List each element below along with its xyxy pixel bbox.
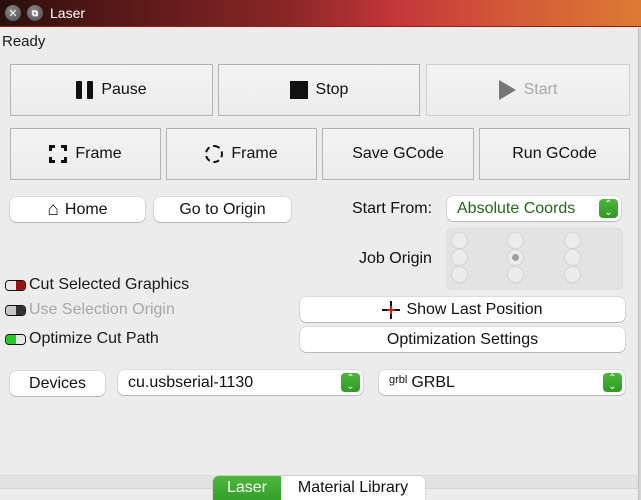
optimization-settings-button[interactable]: Optimization Settings: [300, 327, 625, 352]
cut-selected-label: Cut Selected Graphics: [29, 276, 190, 293]
save-gcode-label: Save GCode: [352, 145, 444, 162]
cut-selected-toggle[interactable]: [5, 279, 26, 291]
crosshair-icon: [382, 300, 401, 319]
run-gcode-button[interactable]: Run GCode: [479, 128, 630, 180]
save-gcode-button[interactable]: Save GCode: [322, 128, 474, 180]
start-button[interactable]: Start: [426, 64, 630, 116]
go-to-origin-label: Go to Origin: [179, 200, 266, 218]
origin-center[interactable]: [507, 249, 524, 266]
devices-button[interactable]: Devices: [10, 371, 105, 396]
origin-middle-right[interactable]: [564, 249, 581, 266]
start-from-label: Start From:: [352, 200, 433, 217]
use-selection-origin-toggle-row[interactable]: Use Selection Origin: [5, 301, 175, 319]
pause-icon: [76, 81, 94, 99]
devices-label: Devices: [29, 374, 86, 392]
origin-top-center[interactable]: [507, 232, 524, 249]
start-from-select[interactable]: Absolute Coords ⌃ ⌄: [447, 196, 621, 221]
origin-bottom-right[interactable]: [564, 266, 581, 283]
home-label: Home: [64, 200, 108, 218]
frame-rectangle-button[interactable]: Frame: [10, 128, 161, 180]
grbl-logo-icon: grbl: [389, 373, 408, 386]
frame-circle-icon: [205, 145, 224, 163]
frame-circle-label: Frame: [231, 145, 278, 162]
origin-bottom-left[interactable]: [451, 266, 468, 283]
origin-bottom-center[interactable]: [507, 266, 524, 283]
pause-button[interactable]: Pause: [10, 64, 213, 116]
stop-button[interactable]: Stop: [218, 64, 420, 116]
port-select[interactable]: cu.usbserial-1130 ⌃ ⌄: [118, 370, 363, 395]
frame-rectangle-icon: [49, 145, 68, 163]
close-icon[interactable]: ✕: [5, 5, 21, 21]
frame-circle-button[interactable]: Frame: [166, 128, 317, 180]
controller-select[interactable]: grbl GRBL ⌃ ⌄: [379, 370, 625, 395]
play-icon: [498, 80, 516, 100]
home-icon: ⌂: [47, 199, 59, 220]
use-selection-origin-toggle[interactable]: [5, 304, 26, 316]
job-origin-label: Job Origin: [359, 250, 432, 267]
chevron-updown-icon: ⌃ ⌄: [603, 373, 622, 392]
job-origin-grid: [446, 228, 623, 290]
tab-group: Laser Material Library: [213, 476, 425, 500]
pause-label: Pause: [101, 81, 147, 98]
origin-top-right[interactable]: [564, 232, 581, 249]
start-label: Start: [523, 81, 558, 98]
chevron-updown-icon: ⌃ ⌄: [599, 199, 618, 218]
stop-label: Stop: [315, 81, 349, 98]
run-gcode-label: Run GCode: [512, 145, 597, 162]
start-from-value: Absolute Coords: [457, 199, 576, 217]
show-last-position-label: Show Last Position: [406, 300, 543, 318]
title-bar: ✕ ⧉ Laser: [0, 0, 641, 27]
optimization-settings-label: Optimization Settings: [386, 330, 539, 348]
origin-middle-left[interactable]: [451, 249, 468, 266]
restore-icon[interactable]: ⧉: [27, 5, 43, 21]
stop-icon: [289, 81, 308, 99]
go-to-origin-button[interactable]: Go to Origin: [154, 197, 291, 222]
tab-laser[interactable]: Laser: [213, 476, 281, 500]
status-text: Ready: [2, 33, 46, 50]
tab-material-library[interactable]: Material Library: [281, 476, 425, 500]
chevron-updown-icon: ⌃ ⌄: [341, 373, 360, 392]
optimize-cut-path-toggle[interactable]: [5, 333, 26, 345]
origin-top-left[interactable]: [451, 232, 468, 249]
show-last-position-button[interactable]: Show Last Position: [300, 297, 625, 322]
optimize-cut-path-toggle-row[interactable]: Optimize Cut Path: [5, 330, 159, 348]
use-selection-origin-label: Use Selection Origin: [29, 301, 175, 318]
frame-rectangle-label: Frame: [75, 145, 122, 162]
controller-value: GRBL: [411, 373, 455, 391]
optimize-cut-path-label: Optimize Cut Path: [29, 330, 159, 347]
home-button[interactable]: ⌂ Home: [10, 197, 145, 222]
window-title: Laser: [50, 5, 86, 21]
port-value: cu.usbserial-1130: [128, 373, 254, 391]
cut-selected-toggle-row[interactable]: Cut Selected Graphics: [5, 276, 189, 294]
